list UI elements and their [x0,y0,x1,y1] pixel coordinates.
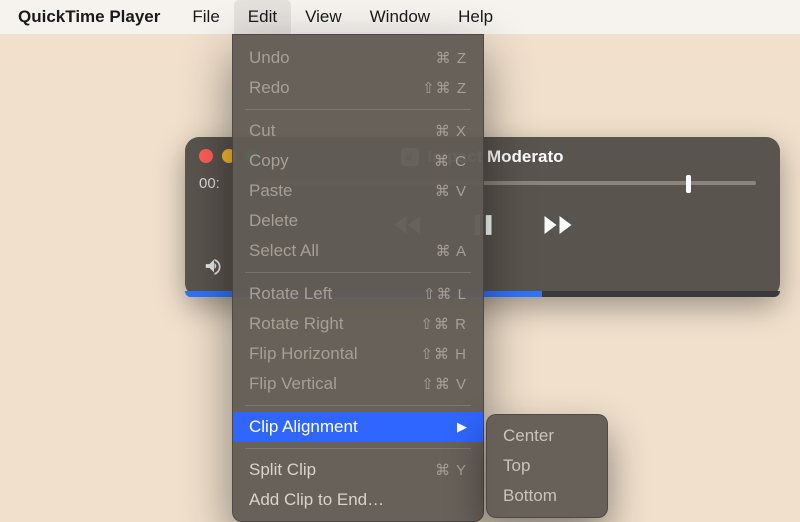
menu-item-shortcut: ⇧⌘ V [421,375,467,393]
menubar: QuickTime Player File Edit View Window H… [0,0,800,34]
submenu-item-label: Center [503,426,554,446]
menubar-item-window[interactable]: Window [356,0,444,34]
menu-item-label: Paste [249,181,292,201]
menu-item-shortcut: ⌘ V [435,182,467,200]
menu-item-split-clip[interactable]: Split Clip ⌘ Y [233,455,483,485]
edit-menu-dropdown: Undo ⌘ Z Redo ⇧⌘ Z Cut ⌘ X Copy ⌘ C Paste ⌘ V Dele… [232,34,484,522]
menu-item-rotate-right: Rotate Right ⇧⌘ R [233,309,483,339]
menu-item-shortcut: ⇧⌘ L [423,285,467,303]
menu-item-flip-horizontal: Flip Horizontal ⇧⌘ H [233,339,483,369]
volume-icon[interactable] [203,255,225,282]
menu-item-cut: Cut ⌘ X [233,116,483,146]
scrubber-thumb[interactable] [686,175,691,193]
chevron-right-icon: ▶ [457,419,467,435]
menubar-item-file[interactable]: File [178,0,233,34]
menu-item-shortcut: ⇧⌘ Z [422,79,467,97]
menu-item-paste: Paste ⌘ V [233,176,483,206]
menu-item-shortcut: ⇧⌘ H [420,345,467,363]
menu-separator [245,109,471,110]
menu-item-label: Select All [249,241,319,261]
submenu-item-label: Top [503,456,530,476]
menu-item-clip-alignment[interactable]: Clip Alignment ▶ [233,412,483,442]
menu-item-copy: Copy ⌘ C [233,146,483,176]
menu-item-select-all: Select All ⌘ A [233,236,483,266]
time-elapsed: 00: [199,175,220,192]
menu-item-rotate-left: Rotate Left ⇧⌘ L [233,279,483,309]
menu-item-delete: Delete [233,206,483,236]
submenu-item-bottom[interactable]: Bottom [487,481,607,511]
menu-item-undo: Undo ⌘ Z [233,43,483,73]
menu-item-label: Clip Alignment [249,417,358,437]
fast-forward-button[interactable] [540,207,576,248]
menu-item-shortcut: ⇧⌘ R [420,315,467,333]
menu-item-label: Rotate Right [249,314,344,334]
submenu-item-label: Bottom [503,486,557,506]
menu-item-label: Undo [249,48,290,68]
menubar-item-view[interactable]: View [291,0,356,34]
menu-item-add-clip-to-end[interactable]: Add Clip to End… [233,485,483,515]
menu-separator [245,405,471,406]
menu-item-label: Copy [249,151,289,171]
menu-item-shortcut: ⌘ C [434,152,467,170]
submenu-item-top[interactable]: Top [487,451,607,481]
menu-item-label: Delete [249,211,298,231]
menu-item-shortcut: ⌘ Y [435,461,467,479]
menu-item-shortcut: ⌘ X [435,122,467,140]
menu-item-label: Rotate Left [249,284,332,304]
menu-separator [245,272,471,273]
menubar-app-name[interactable]: QuickTime Player [10,0,178,34]
menu-item-label: Flip Horizontal [249,344,358,364]
menu-item-shortcut: ⌘ Z [436,49,467,67]
menubar-item-edit[interactable]: Edit [234,0,291,34]
menu-item-label: Redo [249,78,290,98]
menu-item-redo: Redo ⇧⌘ Z [233,73,483,103]
menu-item-label: Split Clip [249,460,316,480]
menu-item-label: Add Clip to End… [249,490,384,510]
menu-item-label: Flip Vertical [249,374,337,394]
menu-item-flip-vertical: Flip Vertical ⇧⌘ V [233,369,483,399]
menubar-item-help[interactable]: Help [444,0,507,34]
clip-alignment-submenu: Center Top Bottom [486,414,608,518]
menu-separator [245,448,471,449]
menu-item-shortcut: ⌘ A [436,242,467,260]
menu-item-label: Cut [249,121,275,141]
submenu-item-center[interactable]: Center [487,421,607,451]
